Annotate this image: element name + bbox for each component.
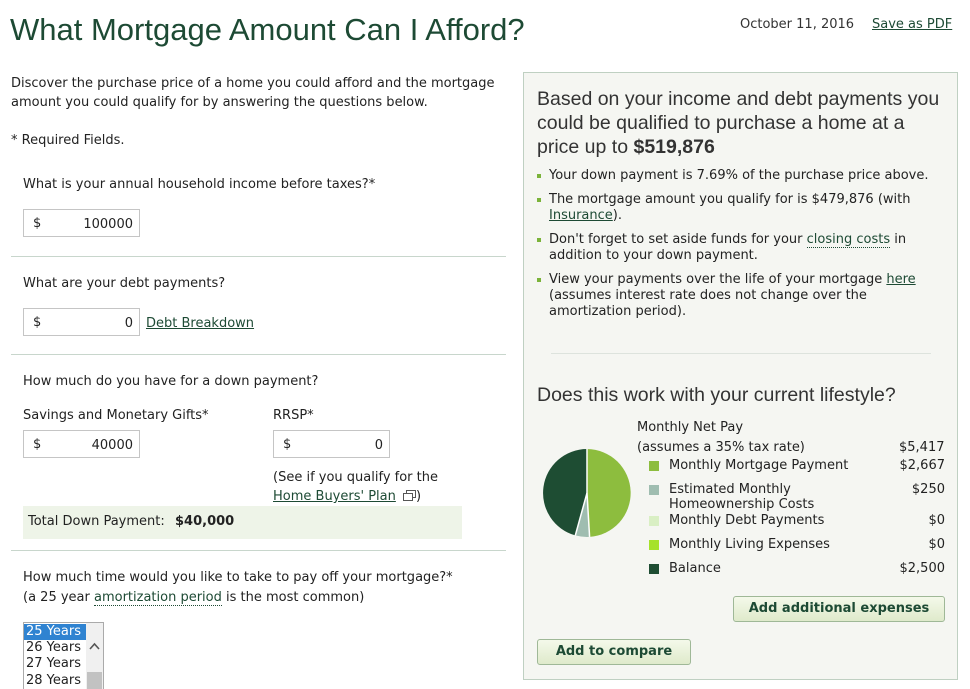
- option-26-years[interactable]: 26 Years: [24, 640, 88, 656]
- net-pay-note: (assumes a 35% tax rate): [637, 440, 805, 455]
- amortization-listbox[interactable]: 25 Years 26 Years 27 Years 28 Years: [23, 622, 104, 689]
- legend-swatch: [649, 485, 659, 495]
- option-27-years[interactable]: 27 Years: [24, 656, 88, 672]
- net-pay-label: Monthly Net Pay: [637, 420, 744, 435]
- savings-label: Savings and Monetary Gifts*: [23, 408, 209, 423]
- home-buyers-plan-link[interactable]: Home Buyers' Plan: [273, 489, 396, 504]
- listbox-scrollbar[interactable]: [86, 623, 103, 689]
- amortization-period-link[interactable]: amortization period: [94, 590, 222, 606]
- lifestyle-title: Does this work with your current lifesty…: [537, 384, 896, 406]
- total-value: $40,000: [175, 514, 235, 529]
- bullet-mortgage-amount: The mortgage amount you qualify for is $…: [537, 192, 929, 224]
- result-headline: Based on your income and debt payments y…: [537, 87, 947, 159]
- bullet-end: ).: [612, 208, 622, 223]
- currency-symbol: $: [283, 437, 292, 452]
- bullet-text: Don't forget to set aside funds for your: [549, 232, 803, 247]
- option-25-years[interactable]: 25 Years: [24, 624, 88, 640]
- debt-value: 0: [124, 316, 133, 331]
- popup-window-icon: [403, 490, 416, 501]
- legend-label: Monthly Living Expenses: [669, 537, 830, 552]
- debt-question: What are your debt payments?: [23, 276, 226, 291]
- amortization-note: (a 25 year amortization period is the mo…: [23, 590, 365, 606]
- bullet-end: (assumes interest rate does not change o…: [549, 288, 867, 319]
- legend-swatch: [649, 540, 659, 550]
- required-note: * Required Fields.: [11, 133, 125, 148]
- debt-breakdown-link[interactable]: Debt Breakdown: [146, 316, 254, 331]
- bullet-down-payment: Your down payment is 7.69% of the purcha…: [537, 168, 929, 183]
- chevron-up-icon[interactable]: [86, 639, 103, 653]
- here-link[interactable]: here: [886, 272, 915, 287]
- hbp-suffix: ): [416, 489, 422, 504]
- divider: [551, 353, 931, 354]
- legend-value: $2,667: [899, 458, 946, 473]
- legend-value: $250: [911, 482, 945, 497]
- legend-swatch: [649, 516, 659, 526]
- down-payment-question: How much do you have for a down payment?: [23, 374, 319, 389]
- hbp-line: Home Buyers' Plan ): [273, 489, 421, 504]
- debt-input[interactable]: $ 0: [23, 308, 140, 336]
- headline-text: Based on your income and debt payments y…: [537, 88, 940, 158]
- add-to-compare-button[interactable]: Add to compare: [537, 639, 691, 665]
- savings-input[interactable]: $ 40000: [23, 430, 140, 458]
- income-question: What is your annual household income bef…: [23, 177, 376, 192]
- bullet-text: View your payments over the life of your…: [549, 272, 883, 287]
- hbp-note: (See if you qualify for the: [273, 470, 438, 485]
- note-suffix: is the most common): [226, 590, 365, 605]
- legend-swatch: [649, 564, 659, 574]
- savings-value: 40000: [91, 438, 133, 453]
- legend-label: Monthly Debt Payments: [669, 513, 825, 528]
- rrsp-input[interactable]: $ 0: [273, 430, 390, 458]
- option-28-years[interactable]: 28 Years: [24, 673, 88, 689]
- divider: [11, 256, 506, 257]
- bullet-closing-costs: Don't forget to set aside funds for your…: [537, 232, 929, 264]
- save-as-pdf-link[interactable]: Save as PDF: [872, 17, 952, 32]
- rrsp-label: RRSP*: [273, 408, 314, 423]
- amortization-question: How much time would you like to take to …: [23, 570, 453, 585]
- currency-symbol: $: [33, 315, 42, 330]
- divider: [11, 550, 506, 551]
- income-value: 100000: [83, 217, 133, 232]
- budget-pie-chart: [543, 449, 631, 537]
- legend-value: $2,500: [899, 561, 946, 576]
- max-purchase-price: $519,876: [633, 136, 715, 158]
- legend-label: Balance: [669, 561, 721, 576]
- rrsp-value: 0: [374, 438, 383, 453]
- legend-value: $0: [928, 513, 945, 528]
- results-panel: [523, 72, 958, 680]
- currency-symbol: $: [33, 437, 42, 452]
- intro-text: Discover the purchase price of a home yo…: [11, 76, 495, 110]
- closing-costs-link[interactable]: closing costs: [806, 232, 891, 248]
- divider: [11, 354, 506, 355]
- legend-label: Monthly Mortgage Payment: [669, 458, 849, 473]
- legend-value: $0: [928, 537, 945, 552]
- scrollbar-thumb[interactable]: [87, 672, 102, 689]
- bullet-text: The mortgage amount you qualify for is $…: [549, 192, 911, 207]
- bullet-payments: View your payments over the life of your…: [537, 272, 929, 320]
- total-label: Total Down Payment:: [28, 514, 165, 529]
- note-prefix: (a 25 year: [23, 590, 90, 605]
- legend-label: Estimated Monthly Homeownership Costs: [669, 482, 815, 512]
- net-pay-value: $5,417: [899, 440, 945, 455]
- pie-slice-mortgage: [587, 449, 631, 537]
- report-date: October 11, 2016: [740, 17, 855, 32]
- page-title: What Mortgage Amount Can I Afford?: [10, 12, 525, 47]
- currency-symbol: $: [33, 216, 42, 231]
- insurance-link[interactable]: Insurance: [549, 208, 613, 223]
- legend-swatch: [649, 461, 659, 471]
- income-input[interactable]: $ 100000: [23, 209, 140, 237]
- total-down-payment: Total Down Payment: $40,000: [23, 506, 462, 539]
- add-additional-expenses-button[interactable]: Add additional expenses: [733, 596, 945, 622]
